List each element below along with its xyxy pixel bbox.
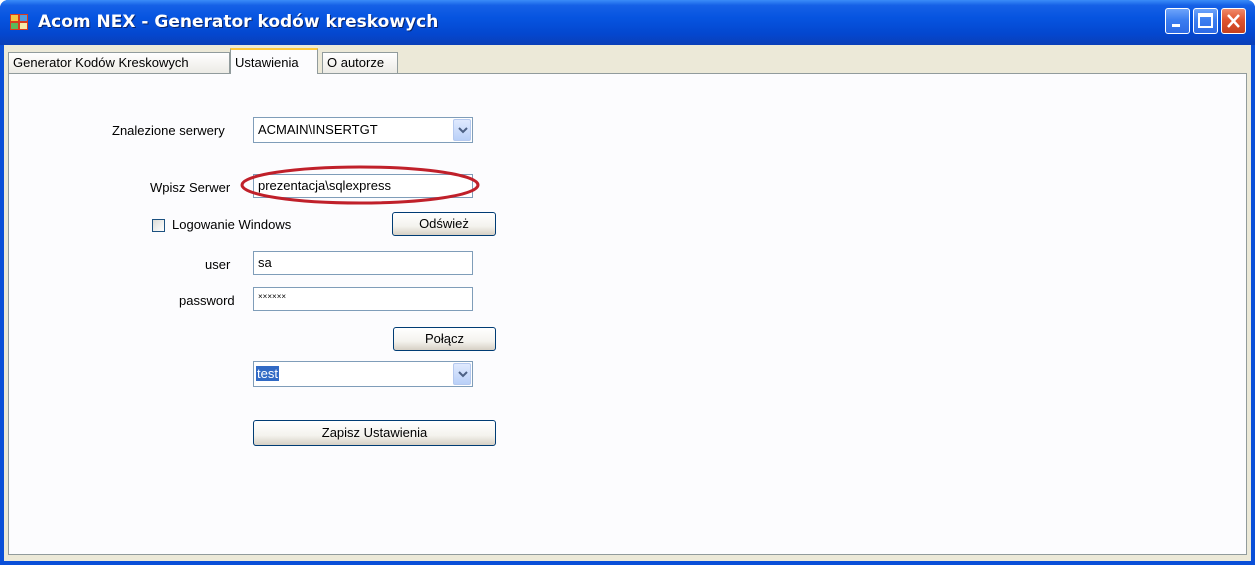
- found-servers-dropdown-button[interactable]: [453, 119, 471, 141]
- highlight-ellipse: [240, 165, 480, 205]
- window-title: Acom NEX - Generator kodów kreskowych: [38, 12, 439, 32]
- app-icon: [10, 14, 28, 30]
- maximize-button[interactable]: [1193, 8, 1218, 34]
- server-label: Wpisz Serwer: [150, 180, 231, 195]
- user-input[interactable]: sa: [253, 251, 473, 275]
- windows-login-label: Logowanie Windows: [172, 217, 292, 232]
- title-bar[interactable]: Acom NEX - Generator kodów kreskowych: [0, 0, 1255, 45]
- refresh-button[interactable]: Odśwież: [392, 212, 496, 236]
- close-button[interactable]: [1221, 8, 1246, 34]
- password-label: password: [179, 293, 235, 308]
- save-settings-button[interactable]: Zapisz Ustawienia: [253, 420, 496, 446]
- password-input[interactable]: ××××××: [253, 287, 473, 311]
- connect-button[interactable]: Połącz: [393, 327, 496, 351]
- found-servers-select[interactable]: ACMAIN\INSERTGT: [253, 117, 473, 143]
- tab-settings[interactable]: Ustawienia: [230, 48, 318, 74]
- found-servers-value: ACMAIN\INSERTGT: [258, 122, 378, 137]
- windows-login-checkbox[interactable]: [152, 219, 165, 232]
- minimize-icon: [1172, 24, 1180, 27]
- chevron-down-icon: [458, 127, 468, 134]
- database-select[interactable]: test: [253, 361, 473, 387]
- close-icon: [1227, 14, 1240, 28]
- maximize-icon: [1198, 13, 1213, 28]
- database-value: test: [256, 366, 279, 381]
- found-servers-label: Znalezione serwery: [112, 123, 225, 138]
- minimize-button[interactable]: [1165, 8, 1190, 34]
- window-client-area: Generator Kodów Kreskowych Ustawienia O …: [4, 45, 1251, 561]
- tab-about[interactable]: O autorze: [322, 52, 398, 73]
- user-label: user: [205, 257, 231, 272]
- database-dropdown-button[interactable]: [453, 363, 471, 385]
- tab-generator[interactable]: Generator Kodów Kreskowych: [8, 52, 230, 73]
- tab-strip: Generator Kodów Kreskowych Ustawienia O …: [4, 45, 1251, 75]
- settings-panel: Znalezione serwery ACMAIN\INSERTGT Wpisz…: [8, 73, 1247, 555]
- chevron-down-icon: [458, 371, 468, 378]
- app-window: Acom NEX - Generator kodów kreskowych Ge…: [0, 0, 1255, 565]
